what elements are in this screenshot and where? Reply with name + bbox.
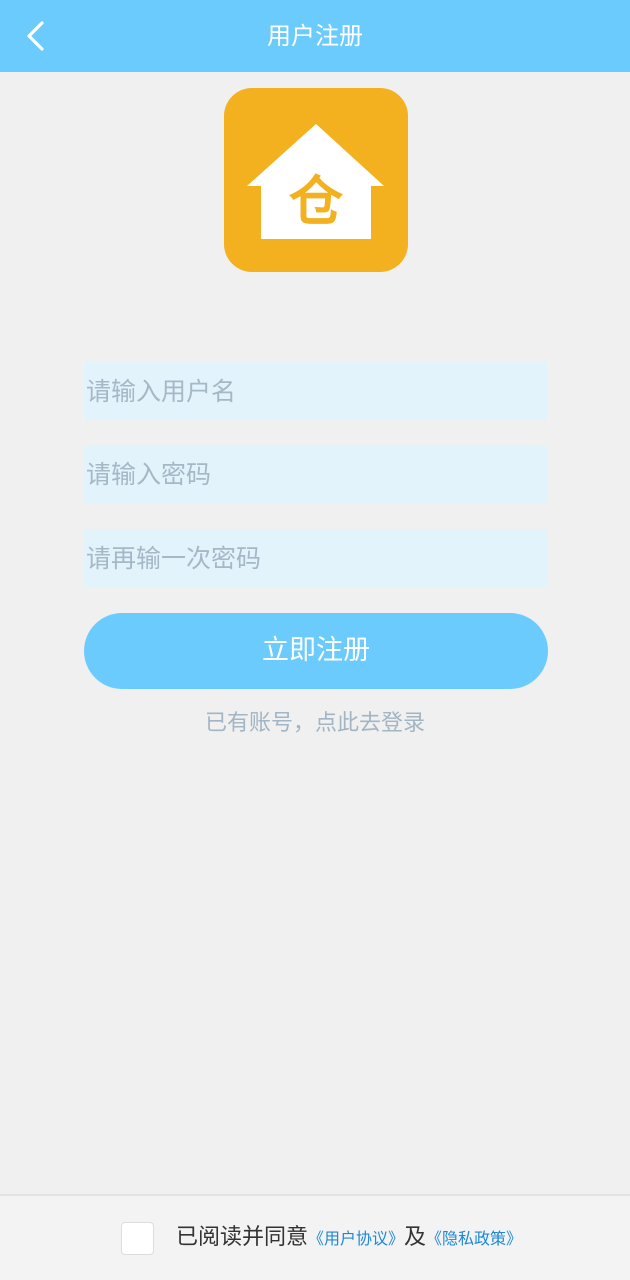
house-logo-icon: 仓 — [224, 88, 408, 272]
app-header: 用户注册 — [0, 0, 630, 72]
login-link[interactable]: 已有账号，点此去登录 — [0, 706, 630, 742]
logo-glyph: 仓 — [289, 170, 344, 233]
agree-text: 已阅读并同意 — [176, 1225, 309, 1250]
agreement-line: 已阅读并同意《用户协议》及《隐私政策》 — [176, 1220, 522, 1256]
agreement-footer: 已阅读并同意《用户协议》及《隐私政策》 — [0, 1194, 630, 1280]
user-agreement-link[interactable]: 《用户协议》 — [308, 1229, 404, 1248]
page-title: 用户注册 — [267, 22, 363, 50]
confirm-password-input[interactable] — [84, 529, 548, 587]
and-text: 及 — [404, 1225, 427, 1250]
privacy-policy-link[interactable]: 《隐私政策》 — [426, 1229, 522, 1248]
password-input[interactable] — [84, 445, 548, 503]
register-button[interactable]: 立即注册 — [84, 613, 548, 689]
username-input[interactable] — [84, 362, 548, 420]
agree-checkbox[interactable] — [121, 1222, 154, 1255]
